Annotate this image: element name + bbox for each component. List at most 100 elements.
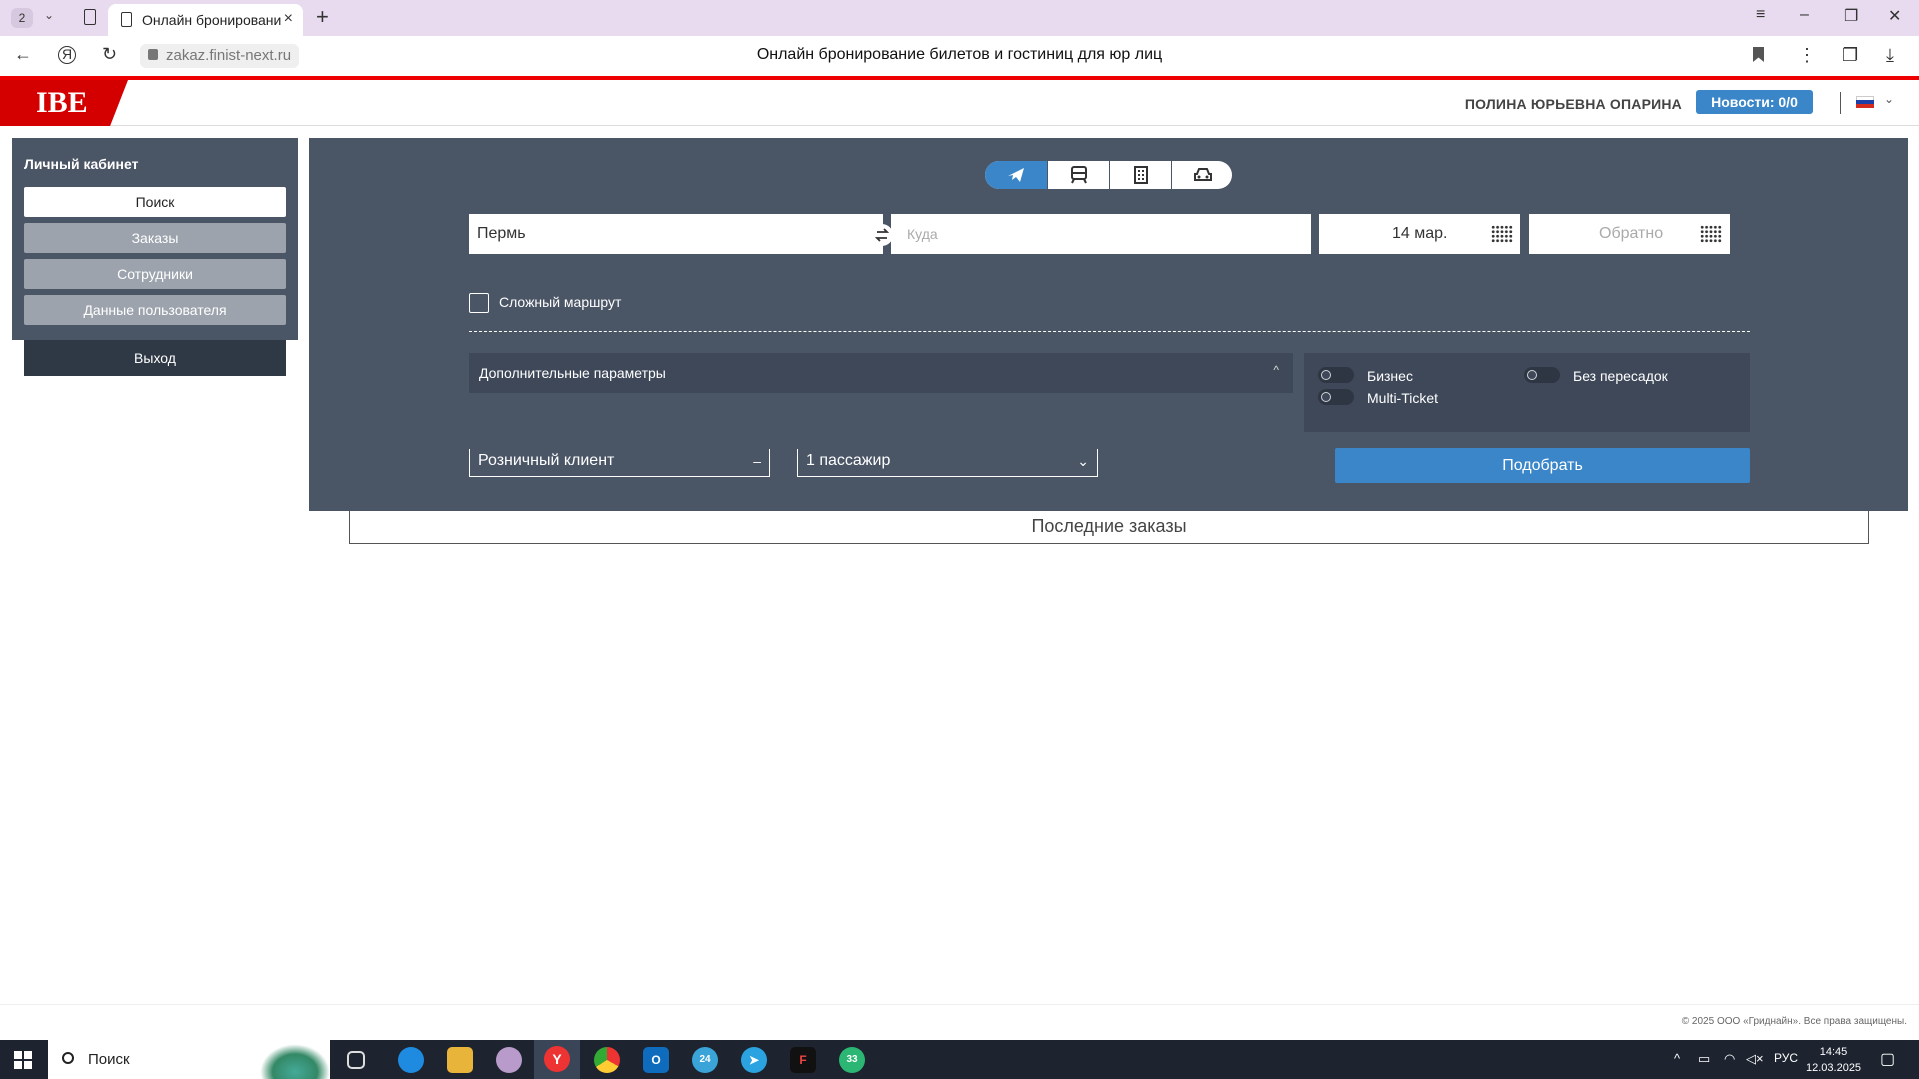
- multi-ticket-toggle[interactable]: [1318, 389, 1354, 405]
- whatsapp-icon[interactable]: 33: [839, 1047, 865, 1073]
- taskbar-search-label: Поиск: [88, 1051, 130, 1068]
- task-view-icon[interactable]: [347, 1051, 365, 1069]
- restore-icon[interactable]: ❐: [1844, 6, 1858, 26]
- search-submit-button[interactable]: Подобрать: [1335, 448, 1750, 483]
- taskbar-search[interactable]: Поиск: [48, 1040, 330, 1079]
- nonstop-label: Без пересадок: [1573, 368, 1668, 384]
- sidebar: Личный кабинет Поиск Заказы Сотрудники Д…: [12, 138, 298, 340]
- client-type-value: Розничный клиент: [478, 452, 615, 469]
- wifi-icon[interactable]: ◠: [1724, 1051, 1735, 1067]
- chevron-up-icon: ^: [1273, 363, 1279, 377]
- volume-muted-icon[interactable]: ◁×: [1746, 1051, 1764, 1067]
- extra-params-label: Дополнительные параметры: [479, 365, 666, 381]
- dashed-divider: [469, 331, 1750, 332]
- app-icon[interactable]: [496, 1047, 522, 1073]
- browser-tabbar: 2 ⌄ Онлайн бронирование × + ≡ – ❐ ✕: [0, 0, 1919, 36]
- back-arrow-icon[interactable]: ←: [14, 44, 32, 65]
- mode-car-button[interactable]: [1171, 161, 1232, 189]
- from-field[interactable]: Пермь: [469, 214, 883, 254]
- search-highlight-image: [260, 1044, 330, 1079]
- close-icon[interactable]: ×: [284, 10, 293, 28]
- new-tab-plus-icon[interactable]: +: [316, 4, 329, 30]
- plane-icon: [1008, 168, 1024, 182]
- calendar-icon[interactable]: [1700, 225, 1722, 243]
- nonstop-toggle[interactable]: [1524, 367, 1560, 383]
- date-field[interactable]: 14 мар.: [1319, 214, 1520, 254]
- extra-params-toggle[interactable]: Дополнительные параметры ^: [469, 353, 1293, 393]
- close-window-icon[interactable]: ✕: [1888, 6, 1901, 26]
- user-name[interactable]: ПОЛИНА ЮРЬЕВНА ОПАРИНА: [1465, 96, 1682, 112]
- battery-icon[interactable]: ▭: [1698, 1051, 1710, 1067]
- edge-icon[interactable]: [398, 1047, 424, 1073]
- logo[interactable]: IBE: [0, 80, 128, 126]
- options-box: Бизнес Без пересадок Multi-Ticket: [1304, 353, 1750, 432]
- figma-icon[interactable]: F: [790, 1047, 816, 1073]
- bookmark-icon[interactable]: [1753, 47, 1764, 62]
- sidebar-item-search[interactable]: Поиск: [24, 187, 286, 217]
- to-field-placeholder: Куда: [907, 226, 938, 242]
- news-button[interactable]: Новости: 0/0: [1696, 90, 1813, 114]
- logout-button[interactable]: Выход: [24, 340, 286, 376]
- train-icon: [1071, 166, 1087, 184]
- business-toggle[interactable]: [1318, 367, 1354, 383]
- mode-train-button[interactable]: [1047, 161, 1109, 189]
- page-icon[interactable]: [84, 9, 96, 25]
- russian-flag-icon[interactable]: [1856, 96, 1874, 108]
- file-explorer-icon[interactable]: [447, 1047, 473, 1073]
- tab-count-button[interactable]: 2: [11, 8, 33, 28]
- mode-hotel-button[interactable]: [1109, 161, 1171, 189]
- clock-time: 14:45: [1819, 1046, 1848, 1058]
- copyright: © 2025 ООО «Гриднайн». Все права защищен…: [1681, 1016, 1907, 1027]
- clock[interactable]: 14:45 12.03.2025: [1806, 1044, 1861, 1076]
- last-orders-header: Последние заказы: [349, 511, 1869, 544]
- car-icon: [1194, 168, 1212, 181]
- more-vertical-icon[interactable]: ⋮: [1798, 45, 1816, 66]
- return-date-field[interactable]: Обратно: [1529, 214, 1730, 254]
- app-header: IBE ПОЛИНА ЮРЬЕВНА ОПАРИНА Новости: 0/0 …: [0, 80, 1919, 126]
- browser-tab-active[interactable]: Онлайн бронирование ×: [108, 4, 303, 36]
- bitrix24-icon[interactable]: 24: [692, 1047, 718, 1073]
- windows-start-icon[interactable]: [14, 1051, 32, 1069]
- page-icon: [121, 12, 132, 27]
- reload-icon[interactable]: ↻: [102, 44, 117, 65]
- sidebar-item-employees[interactable]: Сотрудники: [24, 259, 286, 289]
- tray-chevron-up-icon[interactable]: ^: [1674, 1051, 1680, 1066]
- telegram-icon[interactable]: ➤: [741, 1047, 767, 1073]
- client-type-select[interactable]: Розничный клиент –: [469, 449, 770, 477]
- complex-route-checkbox[interactable]: [469, 293, 489, 313]
- minus-icon: –: [753, 453, 761, 469]
- hotel-icon: [1134, 166, 1148, 184]
- chevron-down-icon[interactable]: ⌄: [1884, 92, 1894, 106]
- clock-date: 12.03.2025: [1806, 1062, 1862, 1074]
- language-indicator[interactable]: РУС: [1774, 1051, 1798, 1065]
- yandex-browser-taskbar-item[interactable]: Y: [534, 1040, 580, 1079]
- url-field[interactable]: zakaz.finist-next.ru: [140, 44, 300, 68]
- yandex-icon[interactable]: Я: [58, 46, 76, 64]
- calendar-icon[interactable]: [1491, 225, 1513, 243]
- sidebar-item-user-data[interactable]: Данные пользователя: [24, 295, 286, 325]
- sidebar-item-orders[interactable]: Заказы: [24, 223, 286, 253]
- passengers-select[interactable]: 1 пассажир ⌄: [797, 449, 1098, 477]
- collections-icon[interactable]: ❐: [1842, 45, 1858, 66]
- download-icon[interactable]: ⤓: [1886, 45, 1894, 66]
- tab-title: Онлайн бронирование: [142, 12, 282, 28]
- to-field[interactable]: Куда: [891, 214, 1311, 254]
- menu-icon[interactable]: ≡: [1756, 6, 1765, 24]
- return-date-placeholder: Обратно: [1599, 225, 1664, 242]
- search-icon: [62, 1052, 74, 1064]
- swap-direction-icon[interactable]: [871, 224, 893, 246]
- notifications-icon[interactable]: ▢: [1880, 1049, 1895, 1069]
- multi-ticket-label: Multi-Ticket: [1367, 390, 1439, 406]
- tab-list-chevron-icon[interactable]: ⌄: [44, 8, 54, 22]
- sidebar-title: Личный кабинет: [24, 156, 139, 172]
- lock-icon: [148, 49, 158, 60]
- date-value: 14 мар.: [1392, 225, 1448, 242]
- passengers-value: 1 пассажир: [806, 452, 891, 469]
- complex-route-label[interactable]: Сложный маршрут: [499, 294, 621, 310]
- outlook-icon[interactable]: O: [643, 1047, 669, 1073]
- chrome-icon[interactable]: [594, 1047, 620, 1073]
- chevron-down-icon: ⌄: [1077, 453, 1089, 469]
- mode-avia-button[interactable]: [985, 161, 1047, 189]
- address-bar: ← Я ↻ zakaz.finist-next.ru Онлайн бронир…: [0, 36, 1919, 76]
- minimize-icon[interactable]: –: [1800, 6, 1809, 24]
